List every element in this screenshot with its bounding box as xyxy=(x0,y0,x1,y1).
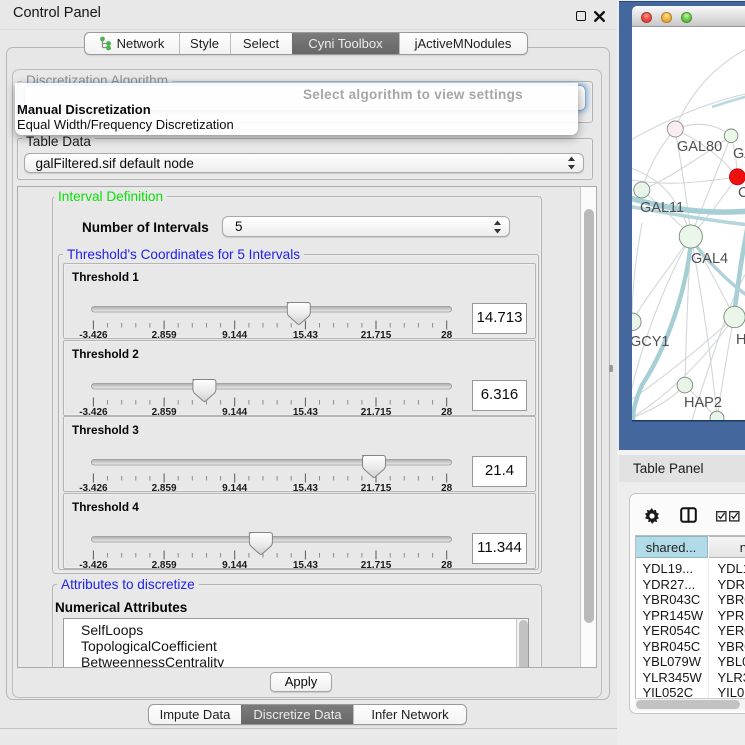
svg-text:15.43: 15.43 xyxy=(293,560,318,570)
svg-text:9.144: 9.144 xyxy=(222,330,247,340)
svg-text:21.715: 21.715 xyxy=(361,407,392,417)
svg-text:2.859: 2.859 xyxy=(152,330,177,340)
svg-text:15.43: 15.43 xyxy=(293,407,318,417)
svg-text:9.144: 9.144 xyxy=(222,560,247,570)
svg-text:21.715: 21.715 xyxy=(361,330,392,340)
svg-text:GCY1: GCY1 xyxy=(632,334,670,350)
svg-text:15.43: 15.43 xyxy=(293,330,318,340)
svg-text:H: H xyxy=(736,332,745,348)
svg-text:C: C xyxy=(738,185,745,201)
svg-text:28: 28 xyxy=(441,330,453,340)
svg-text:-3.426: -3.426 xyxy=(79,483,108,493)
svg-text:GAL80: GAL80 xyxy=(677,139,722,155)
svg-text:2.859: 2.859 xyxy=(152,483,177,493)
svg-text:28: 28 xyxy=(441,483,453,493)
svg-text:2.859: 2.859 xyxy=(152,407,177,417)
svg-text:HAP2: HAP2 xyxy=(684,395,722,411)
svg-text:GAL11: GAL11 xyxy=(640,200,684,216)
svg-text:28: 28 xyxy=(441,407,453,417)
svg-text:-3.426: -3.426 xyxy=(79,560,108,570)
svg-text:-3.426: -3.426 xyxy=(79,407,108,417)
svg-text:GAL4: GAL4 xyxy=(691,251,728,267)
svg-text:28: 28 xyxy=(441,560,453,570)
svg-text:15.43: 15.43 xyxy=(293,483,318,493)
svg-text:GA: GA xyxy=(733,146,745,162)
svg-text:9.144: 9.144 xyxy=(222,407,247,417)
svg-text:9.144: 9.144 xyxy=(222,483,247,493)
svg-text:-3.426: -3.426 xyxy=(79,330,108,340)
svg-text:2.859: 2.859 xyxy=(152,560,177,570)
svg-text:21.715: 21.715 xyxy=(361,483,392,493)
svg-text:21.715: 21.715 xyxy=(361,560,392,570)
